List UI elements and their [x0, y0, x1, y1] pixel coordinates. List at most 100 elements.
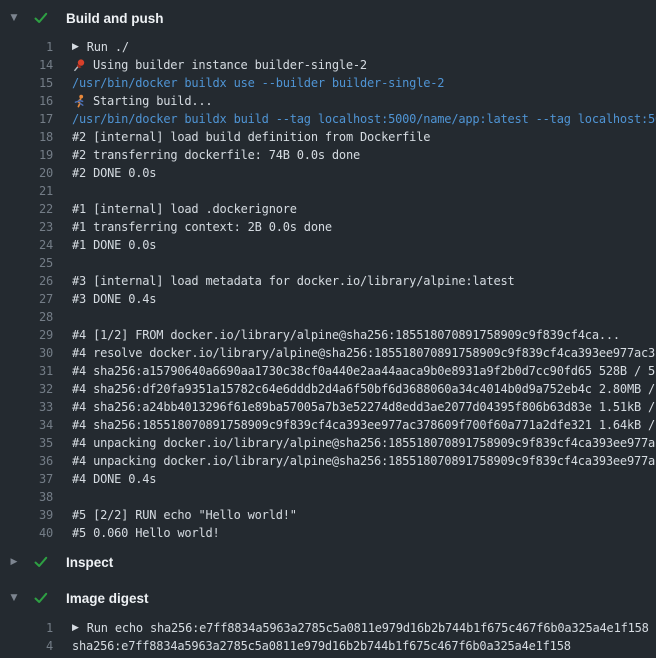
log-line: 17/usr/bin/docker buildx build --tag loc…	[0, 110, 656, 128]
caret-down-icon[interactable]: ▼	[8, 13, 20, 23]
log-text: sha256:e7ff8834a5963a2785c5a0811e979d16b…	[72, 637, 571, 655]
section-title: Image digest	[66, 591, 149, 606]
log-text: Starting build...	[72, 92, 212, 110]
log-text-content: #3 DONE 0.4s	[72, 290, 156, 308]
log-line: 27 #3 DONE 0.4s	[0, 290, 656, 308]
log-line: 23#1 transferring context: 2B 0.0s done	[0, 218, 656, 236]
run-expand-icon[interactable]: ▶	[72, 38, 79, 56]
log-text: Using builder instance builder-single-2	[72, 56, 367, 74]
log-line: 29 #4 [1/2] FROM docker.io/library/alpine…	[0, 326, 656, 344]
line-number[interactable]: 15	[0, 74, 53, 92]
log-line: 28	[0, 308, 656, 326]
log-text-content: /usr/bin/docker buildx use --builder bui…	[72, 74, 444, 92]
line-number[interactable]: 39	[0, 506, 53, 524]
log-line: 22 #1 [internal] load .dockerignore	[0, 200, 656, 218]
line-number[interactable]: 16	[0, 92, 53, 110]
log-line: 4 sha256:e7ff8834a5963a2785c5a0811e979d16…	[0, 637, 656, 655]
line-number[interactable]: 27	[0, 290, 53, 308]
log-text: #4 sha256:a24bb4013296f61e89ba57005a7b3e…	[72, 398, 655, 416]
line-number[interactable]: 37	[0, 470, 53, 488]
pushpin-icon	[72, 58, 86, 72]
log-lines-build-and-push: 1 ▶Run ./ 14 Using builder instance builder…	[0, 38, 656, 542]
section-header-image-digest[interactable]: ▼ Image digest	[0, 586, 656, 610]
section-header-inspect[interactable]: ▶Inspect	[0, 550, 656, 574]
log-line: 25	[0, 254, 656, 272]
line-number[interactable]: 1	[0, 619, 53, 637]
section-title: Build and push	[66, 11, 164, 26]
line-number[interactable]: 38	[0, 488, 53, 506]
line-number[interactable]: 17	[0, 110, 53, 128]
log-text-content: #4 DONE 0.4s	[72, 470, 156, 488]
log-text-content: #4 unpacking docker.io/library/alpine@sh…	[72, 452, 655, 470]
log-line: 37 #4 DONE 0.4s	[0, 470, 656, 488]
log-line: 32 #4 sha256:df20fa9351a15782c64e6dddb2d4…	[0, 380, 656, 398]
line-number[interactable]: 24	[0, 236, 53, 254]
log-text-content: #1 DONE 0.0s	[72, 236, 156, 254]
log-text: #4 unpacking docker.io/library/alpine@sh…	[72, 452, 655, 470]
log-text: #3 DONE 0.4s	[72, 290, 156, 308]
log-text-content: #4 resolve docker.io/library/alpine@sha2…	[72, 344, 655, 362]
line-number[interactable]: 40	[0, 524, 53, 542]
log-text-content: #1 [internal] load .dockerignore	[72, 200, 297, 218]
caret-right-icon[interactable]: ▶	[8, 557, 20, 567]
line-number[interactable]: 36	[0, 452, 53, 470]
log-text-content: #4 unpacking docker.io/library/alpine@sh…	[72, 434, 655, 452]
log-text: #3 [internal] load metadata for docker.i…	[72, 272, 515, 290]
log-line: 18 #2 [internal] load build definition fr…	[0, 128, 656, 146]
line-number[interactable]: 18	[0, 128, 53, 146]
log-text: ▶Run ./	[72, 38, 129, 56]
log-text-content: Starting build...	[93, 92, 212, 110]
log-text: #4 unpacking docker.io/library/alpine@sh…	[72, 434, 655, 452]
line-number[interactable]: 31	[0, 362, 53, 380]
log-text: #4 sha256:df20fa9351a15782c64e6dddb2d4a6…	[72, 380, 655, 398]
line-number[interactable]: 21	[0, 182, 53, 200]
log-line: 31 #4 sha256:a15790640a6690aa1730c38cf0a4…	[0, 362, 656, 380]
line-number[interactable]: 29	[0, 326, 53, 344]
line-number[interactable]: 25	[0, 254, 53, 272]
log-line: 39 #5 [2/2] RUN echo "Hello world!"	[0, 506, 656, 524]
section-header-build-and-push[interactable]: ▼ Build and push	[0, 6, 656, 30]
log-line: 16 Starting build...	[0, 92, 656, 110]
log-text-content: #4 sha256:185518070891758909c9f839cf4ca3…	[72, 416, 655, 434]
log-line: 26 #3 [internal] load metadata for docker…	[0, 272, 656, 290]
line-number[interactable]: 35	[0, 434, 53, 452]
line-number[interactable]: 30	[0, 344, 53, 362]
line-number[interactable]: 19	[0, 146, 53, 164]
line-number[interactable]: 34	[0, 416, 53, 434]
log-text: #2 [internal] load build definition from…	[72, 128, 430, 146]
line-number[interactable]: 28	[0, 308, 53, 326]
log-text-content: #4 sha256:a24bb4013296f61e89ba57005a7b3e…	[72, 398, 655, 416]
log-line: 40 #5 0.060 Hello world!	[0, 524, 656, 542]
log-text-content: #4 sha256:a15790640a6690aa1730c38cf0a440…	[72, 362, 655, 380]
log-text-content: #4 sha256:df20fa9351a15782c64e6dddb2d4a6…	[72, 380, 655, 398]
log-line: 14 Using builder instance builder-single-…	[0, 56, 656, 74]
log-line: 21	[0, 182, 656, 200]
line-number[interactable]: 1	[0, 38, 53, 56]
caret-down-icon[interactable]: ▼	[8, 593, 20, 603]
log-line: 24 #1 DONE 0.0s	[0, 236, 656, 254]
line-number[interactable]: 4	[0, 637, 53, 655]
line-number[interactable]: 23	[0, 218, 53, 236]
log-line: 20 #2 DONE 0.0s	[0, 164, 656, 182]
log-text: #2 DONE 0.0s	[72, 164, 156, 182]
run-expand-icon[interactable]: ▶	[72, 619, 79, 637]
log-text-content: #5 0.060 Hello world!	[72, 524, 220, 542]
log-line: 38	[0, 488, 656, 506]
log-text: #4 [1/2] FROM docker.io/library/alpine@s…	[72, 326, 620, 344]
log-text-content: #5 [2/2] RUN echo "Hello world!"	[72, 506, 297, 524]
log-text: #1 DONE 0.0s	[72, 236, 156, 254]
line-number[interactable]: 22	[0, 200, 53, 218]
log-line: 1 ▶Run ./	[0, 38, 656, 56]
line-number[interactable]: 33	[0, 398, 53, 416]
line-number[interactable]: 26	[0, 272, 53, 290]
line-number[interactable]: 20	[0, 164, 53, 182]
log-text-content: sha256:e7ff8834a5963a2785c5a0811e979d16b…	[72, 637, 571, 655]
log-text: #4 sha256:185518070891758909c9f839cf4ca3…	[72, 416, 655, 434]
log-text-content: /usr/bin/docker buildx build --tag local…	[72, 110, 656, 128]
log-line: 33 #4 sha256:a24bb4013296f61e89ba57005a7b…	[0, 398, 656, 416]
line-number[interactable]: 32	[0, 380, 53, 398]
log-text: #4 sha256:a15790640a6690aa1730c38cf0a440…	[72, 362, 655, 380]
line-number[interactable]: 14	[0, 56, 53, 74]
log-text-content: #2 DONE 0.0s	[72, 164, 156, 182]
log-line: 36 #4 unpacking docker.io/library/alpine@…	[0, 452, 656, 470]
